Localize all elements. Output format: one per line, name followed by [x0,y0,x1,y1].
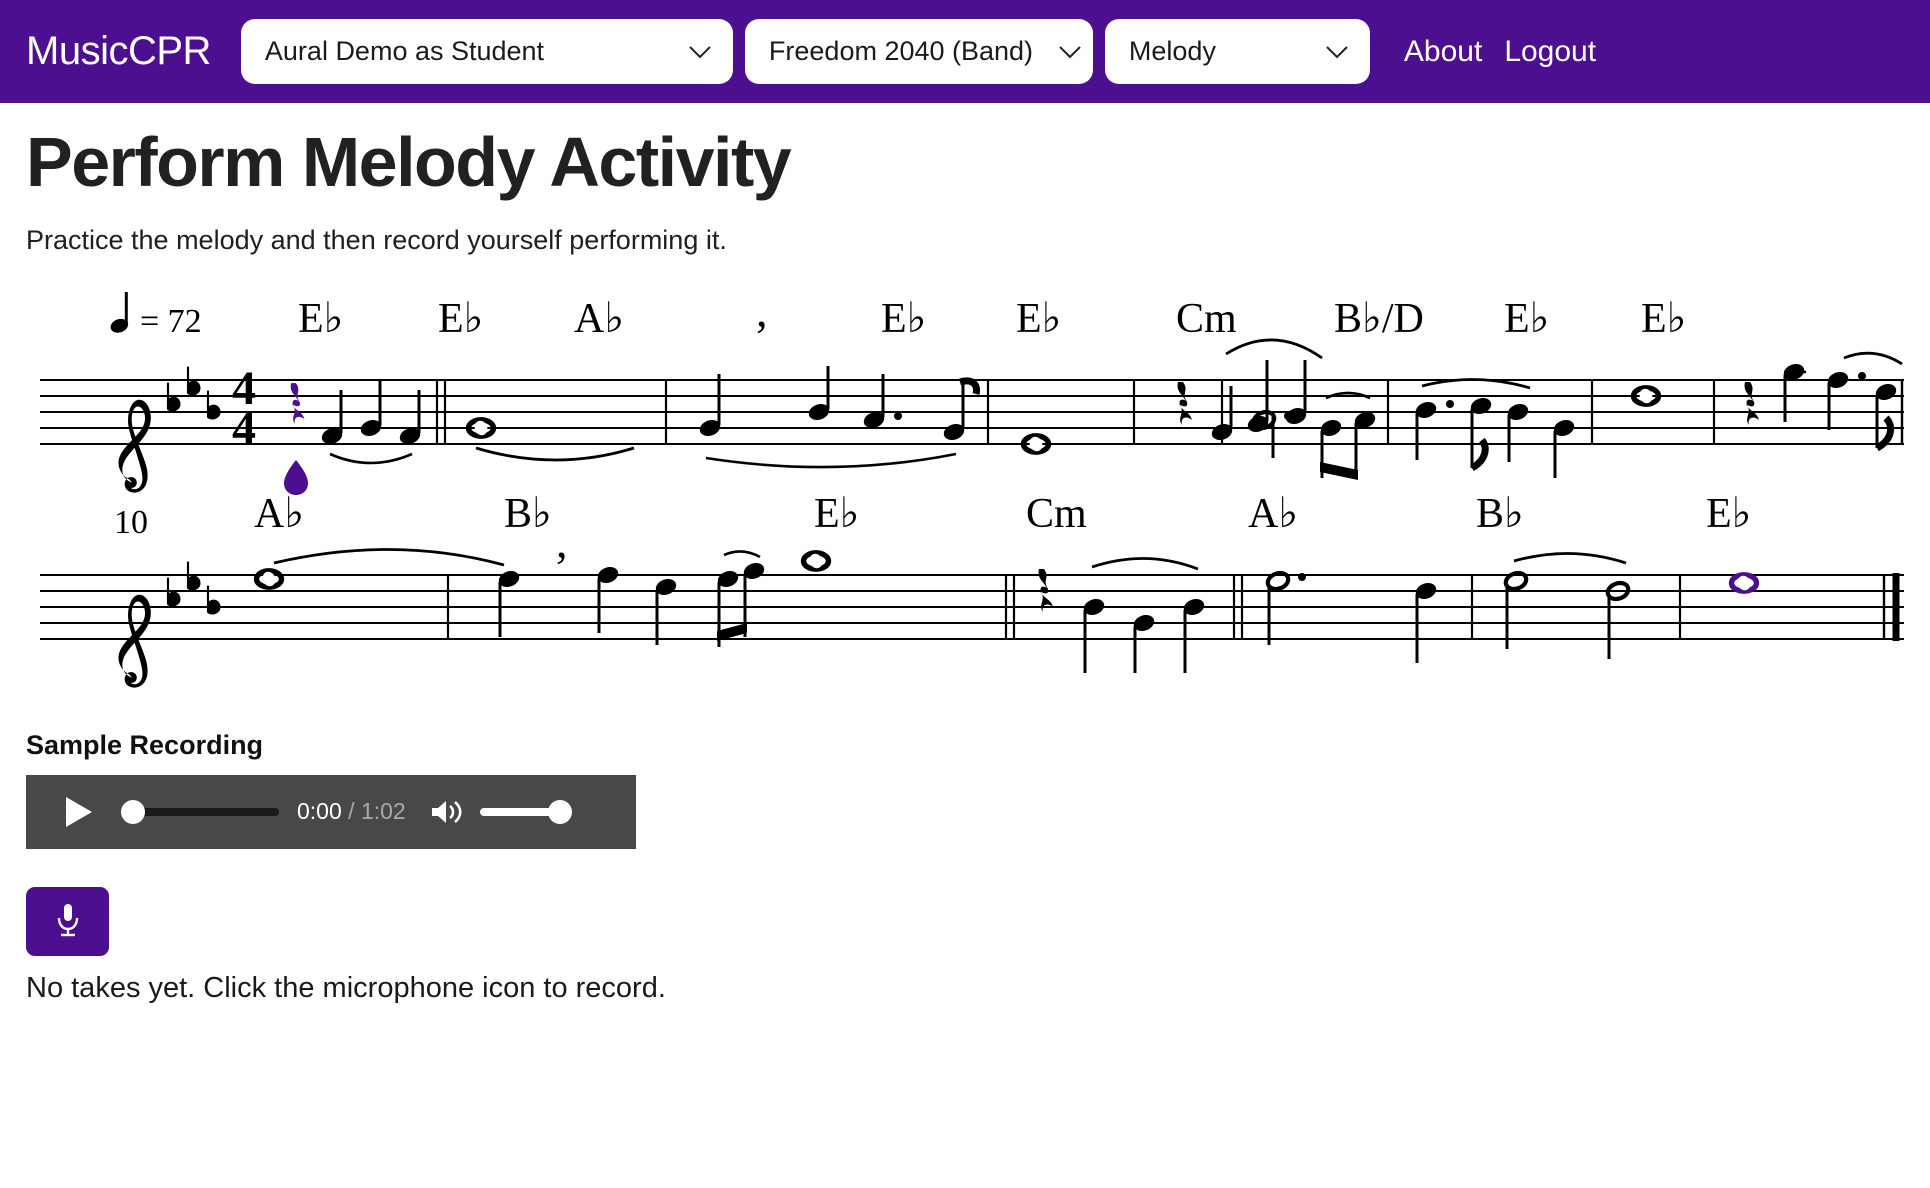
part-select[interactable]: Melody [1104,19,1370,84]
page-subtitle: Practice the melody and then record your… [26,224,727,255]
seek-thumb[interactable] [121,799,145,824]
augmentation-dot [1858,371,1866,380]
chord-symbol: E♭ [1504,296,1549,342]
takes-status-text: No takes yet. Click the microphone icon … [26,971,666,1004]
tempo-text: = 72 [140,303,202,340]
activity-select-value: Aural Demo as Student [264,36,545,66]
activity-select[interactable]: Aural Demo as Student [240,19,733,84]
slur [1225,338,1323,359]
chord-symbol: E♭ [814,491,859,537]
slur [329,452,413,464]
slur [723,549,761,558]
ensemble-select[interactable]: Freedom 2040 (Band) [744,19,1093,84]
time-sig-bottom: 4 [232,402,256,455]
highlighted-note [1732,573,1757,591]
chevron-down-icon [1326,45,1348,59]
augmentation-dot [1446,399,1454,408]
treble-clef-1 [118,399,151,493]
measure-9-notes [1744,351,1903,451]
measure-6-notes [1252,391,1378,480]
ensemble-select-value: Freedom 2040 (Band) [768,36,1034,66]
chord-symbol: B♭ [504,491,552,537]
chord-symbols-1: E♭ E♭ A♭ E♭ E♭ Cm B♭/D E♭ E♭ [298,296,1686,342]
chord-symbol: Cm [1176,296,1237,342]
chord-symbol: E♭ [298,296,343,342]
slur [1843,351,1903,365]
time-signature-1: 4 4 [232,362,256,455]
slur [273,547,505,566]
measure-1-notes [319,379,423,464]
play-icon[interactable] [66,796,92,827]
chord-symbol: Cm [1026,491,1087,537]
chord-symbols-2: A♭ B♭ E♭ Cm A♭ B♭ E♭ [254,491,1751,537]
beam [1320,461,1358,480]
augmentation-dot [1284,411,1292,420]
measure-2-notes [469,418,635,461]
key-signature-1 [166,365,221,420]
sample-recording-heading: Sample Recording [26,729,264,760]
key-signature-2 [166,560,221,615]
volume-slider[interactable] [479,799,572,824]
measure-number: 10 [114,504,148,541]
record-microphone-button[interactable] [26,886,109,956]
chord-symbol: A♭ [574,296,624,342]
volume-icon[interactable] [430,797,464,827]
breath-mark: , [756,285,768,336]
chord-symbol: A♭ [1248,491,1298,537]
current-time: 0:00 [297,798,342,825]
total-duration: 1:02 [360,798,406,825]
seek-slider[interactable] [121,799,279,824]
app-brand[interactable]: MusicCPR [26,29,211,74]
chevron-down-icon [1059,45,1081,59]
augmentation-dot [894,411,902,420]
chevron-down-icon [689,45,711,59]
slur [1513,551,1627,564]
time-separator: / [348,798,355,825]
part-select-value: Melody [1128,36,1216,66]
audio-player[interactable]: 0:00 / 1:02 [26,774,636,849]
measure-13-notes [1266,570,1439,663]
chord-symbol: E♭ [881,296,926,342]
chord-symbol: E♭ [1641,296,1686,342]
slur [1091,556,1199,570]
page-content: Perform Melody Activity Practice the mel… [0,123,1930,1005]
chord-symbol: E♭ [438,296,483,342]
chord-symbol: B♭ [1476,491,1524,537]
treble-clef-2 [118,594,151,688]
breath-mark: , [556,516,568,567]
measure-3-notes: , [697,285,980,468]
time-display: 0:00 / 1:02 [297,798,406,825]
score-system-2: 10 A♭ B♭ E♭ Cm A♭ B♭ E♭ , [40,491,1904,688]
measure-15-notes [1732,573,1757,591]
top-navbar: MusicCPR Aural Demo as Student Freedom 2… [0,0,1930,103]
music-score[interactable]: = 72 4 4 E♭ E♭ A♭ E♭ E♭ Cm B♭/D E♭ E♭ , … [26,282,1904,702]
playback-cursor-1 [284,382,308,495]
score-system-1: = 72 4 4 E♭ E♭ A♭ E♭ E♭ Cm B♭/D E♭ E♭ , [40,285,1904,495]
chord-symbol: E♭ [1016,296,1061,342]
page-title: Perform Melody Activity [26,123,792,201]
about-link[interactable]: About [1404,35,1482,69]
staff-lines-1 [40,378,1904,445]
microphone-icon [57,904,78,937]
slur [705,452,957,468]
tie [475,446,635,461]
measure-10-notes [257,547,505,588]
volume-thumb[interactable] [547,799,572,824]
logout-link[interactable]: Logout [1504,35,1596,69]
augmentation-dot [1298,572,1306,581]
chord-symbol: B♭/D [1334,296,1424,342]
chord-symbol: E♭ [1706,491,1751,537]
chord-symbol: A♭ [254,491,304,537]
tempo-marking: = 72 [110,291,202,340]
cursor-teardrop-icon [284,459,308,495]
